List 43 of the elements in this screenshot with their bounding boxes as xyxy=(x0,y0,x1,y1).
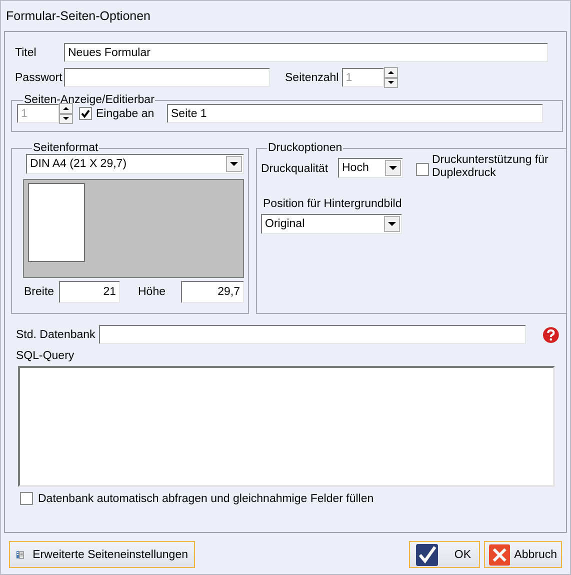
field-label: SQL-Query xyxy=(16,350,76,362)
down-arrow-icon xyxy=(386,80,395,86)
page-name-field[interactable]: Seite 1 xyxy=(167,104,543,123)
caret-icon[interactable] xyxy=(385,160,401,176)
quality-dropdown[interactable]: Hoch xyxy=(338,158,403,178)
down-arrow-icon xyxy=(62,116,70,122)
caret-icon[interactable] xyxy=(384,216,400,232)
field-label: Std. Datenbank xyxy=(16,328,96,340)
checkbox-label: Datenbank automatisch abfragen und gleichnahmige Felder füllen xyxy=(38,492,374,504)
field-label: Druckqualität xyxy=(261,163,330,175)
field-label: Position für Hintergrundbild xyxy=(263,198,403,210)
caret-icon[interactable] xyxy=(226,156,242,172)
sql-query-field[interactable] xyxy=(18,366,555,487)
group-title: Druckoptionen xyxy=(267,142,344,154)
checkbox[interactable] xyxy=(416,163,429,176)
up-arrow-icon xyxy=(386,70,395,75)
width-field[interactable]: 21 xyxy=(59,281,120,303)
field-label: Höhe xyxy=(138,286,166,298)
close-icon xyxy=(489,544,510,566)
checkbox[interactable] xyxy=(20,492,33,505)
cancel-button[interactable]: Abbruch xyxy=(484,541,562,568)
checkbox-label: Druckunterstützung für Duplexdruck xyxy=(432,154,550,180)
check-icon xyxy=(416,544,438,566)
field-label: Breite xyxy=(24,286,56,298)
group-title: Seiten-Anzeige/Editierbar xyxy=(23,94,156,106)
background-dropdown[interactable]: Original xyxy=(261,214,402,234)
format-dropdown[interactable]: DIN A4 (21 X 29,7) xyxy=(26,154,244,174)
group-title: Seitenformat xyxy=(32,142,100,154)
up-arrow-icon xyxy=(62,106,70,111)
spin-arrows[interactable] xyxy=(384,67,398,88)
help-icon[interactable] xyxy=(542,326,560,344)
settings-button[interactable]: Erweiterte Seiteneinstellungen xyxy=(9,541,195,568)
database-field[interactable] xyxy=(99,325,526,344)
checkbox[interactable] xyxy=(79,107,92,120)
checkbox-label: Eingabe an xyxy=(96,108,156,120)
password-field[interactable] xyxy=(64,68,270,87)
title-field[interactable]: Neues Formular xyxy=(64,43,548,62)
field-label: Seitenzahl xyxy=(285,72,339,84)
field-label: Titel xyxy=(15,46,38,58)
height-field[interactable]: 29,7 xyxy=(181,281,244,303)
field-label: Passwort xyxy=(15,72,64,84)
window-title: Formular-Seiten-Optionen xyxy=(5,8,152,25)
ok-button[interactable]: OK xyxy=(409,541,480,568)
